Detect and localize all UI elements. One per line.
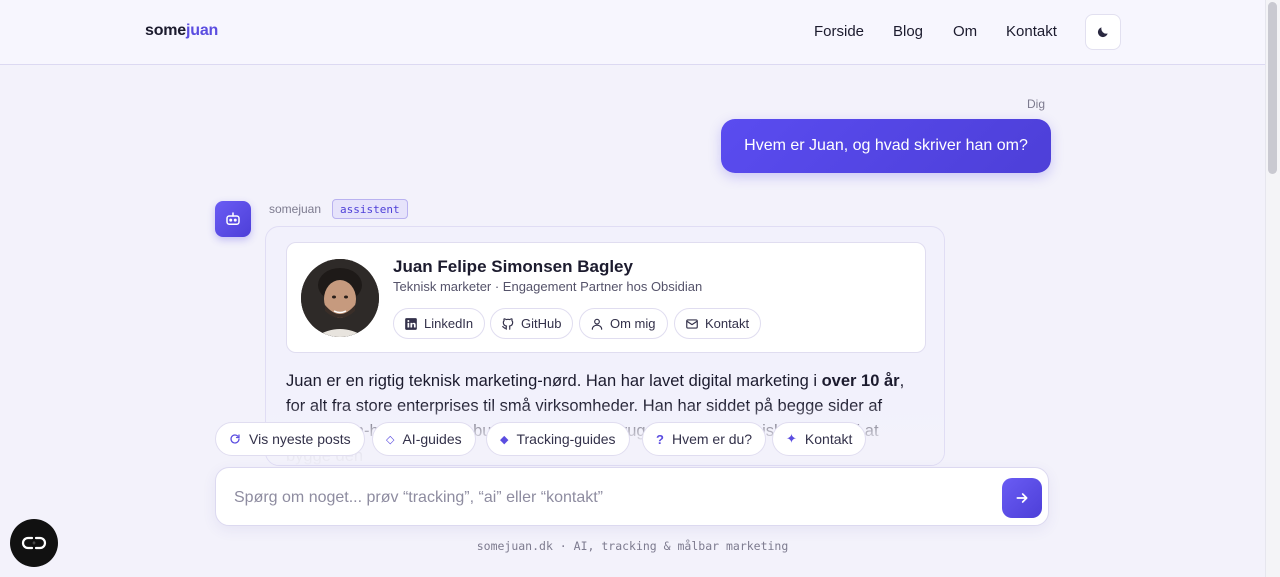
- quick-action-ai-guides[interactable]: ◇ AI-guides: [372, 422, 476, 456]
- send-button[interactable]: [1002, 478, 1042, 518]
- arrow-right-icon: [1016, 493, 1028, 503]
- quick-action-tracking-guides[interactable]: ◆ Tracking-guides: [486, 422, 630, 456]
- footer-text: somejuan.dk · AI, tracking & målbar mark…: [476, 539, 789, 553]
- linkedin-icon: [405, 317, 417, 330]
- bot-name: somejuan: [269, 202, 322, 216]
- site-header: somejuan Forside Blog Om Kontakt: [0, 0, 1265, 65]
- nav-forside[interactable]: Forside: [814, 23, 864, 40]
- diamond-icon: ◆: [500, 433, 509, 446]
- question-icon: ?: [656, 431, 664, 447]
- accessibility-button[interactable]: [10, 519, 58, 567]
- site-logo[interactable]: somejuan: [145, 22, 218, 40]
- quick-action-label: Vis nyeste posts: [249, 431, 351, 447]
- chat-input[interactable]: [234, 486, 994, 510]
- scrollbar-thumb[interactable]: [1268, 2, 1277, 174]
- github-link[interactable]: GitHub: [490, 308, 574, 339]
- assistant-badge: assistent: [332, 199, 408, 219]
- user-icon: [591, 318, 603, 330]
- moon-icon: [1097, 27, 1108, 38]
- assistant-text-bold: over 10 år: [821, 372, 900, 390]
- github-label: GitHub: [521, 316, 562, 331]
- about-me-label: Om mig: [610, 316, 656, 331]
- nav-om[interactable]: Om: [953, 23, 977, 40]
- nav-blog[interactable]: Blog: [893, 23, 923, 40]
- logo-text-some: some: [145, 22, 186, 39]
- sparkle-icon: ✦: [786, 431, 797, 446]
- quick-action-latest-posts[interactable]: Vis nyeste posts: [215, 422, 365, 456]
- robot-icon: [226, 212, 240, 225]
- linkedin-link[interactable]: LinkedIn: [393, 308, 486, 339]
- refresh-icon: [230, 434, 240, 444]
- github-icon: [502, 317, 514, 330]
- nav-kontakt[interactable]: Kontakt: [1006, 23, 1057, 40]
- page-scrollbar[interactable]: [1265, 0, 1280, 577]
- quick-action-label: AI-guides: [402, 431, 462, 447]
- theme-toggle-button[interactable]: [1085, 14, 1121, 50]
- contact-label: Kontakt: [705, 316, 750, 331]
- logo-text-juan: juan: [186, 22, 219, 39]
- bot-avatar: [215, 201, 251, 237]
- profile-role: Teknisk marketer · Engagement Partner ho…: [393, 279, 703, 294]
- about-me-link[interactable]: Om mig: [579, 308, 668, 339]
- accessibility-icon: [21, 536, 47, 550]
- user-message-bubble: Hvem er Juan, og hvad skriver han om?: [721, 119, 1051, 173]
- mail-icon: [686, 318, 698, 329]
- quick-action-who-are-you[interactable]: ? Hvem er du?: [642, 422, 767, 456]
- profile-photo: [301, 259, 379, 337]
- diamond-outline-icon: ◇: [386, 433, 395, 446]
- linkedin-label: LinkedIn: [424, 316, 474, 331]
- quick-action-label: Kontakt: [804, 431, 853, 447]
- contact-link[interactable]: Kontakt: [674, 308, 762, 339]
- quick-action-contact[interactable]: ✦ Kontakt: [772, 422, 867, 456]
- user-label: Dig: [1027, 97, 1046, 111]
- quick-action-label: Tracking-guides: [516, 431, 616, 447]
- profile-name: Juan Felipe Simonsen Bagley: [393, 257, 633, 276]
- profile-card: Juan Felipe Simonsen Bagley Teknisk mark…: [286, 242, 926, 353]
- assistant-text-part1: Juan er en rigtig teknisk marketing-nørd…: [286, 372, 822, 390]
- chat-input-container: [215, 467, 1049, 526]
- quick-action-label: Hvem er du?: [671, 431, 753, 447]
